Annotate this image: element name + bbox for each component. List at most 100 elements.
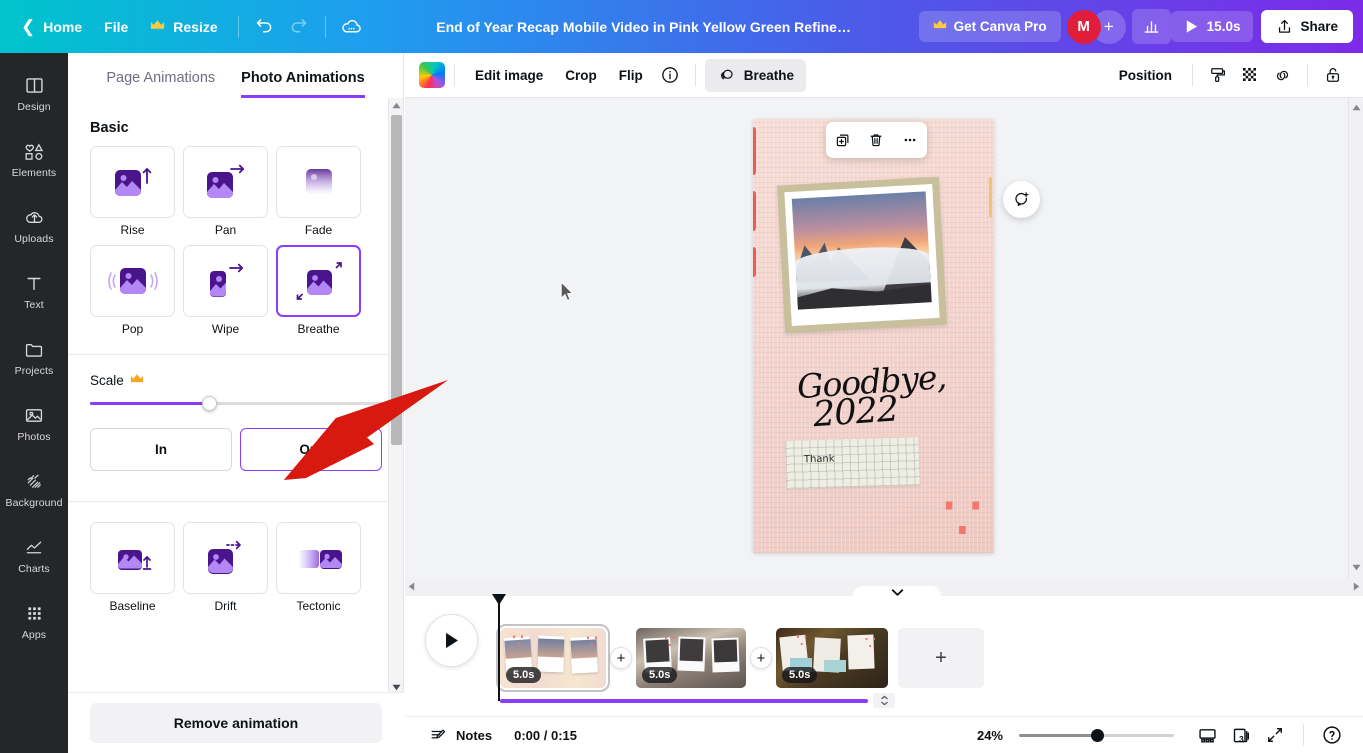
- more-options-button[interactable]: [896, 126, 924, 154]
- present-button[interactable]: [1192, 720, 1222, 750]
- rail-item-uploads[interactable]: Uploads: [3, 193, 65, 259]
- canvas-scroll-right-icon[interactable]: [1353, 578, 1360, 596]
- canvas-scroll-down-icon[interactable]: [1349, 560, 1363, 575]
- animation-option-tectonic[interactable]: Tectonic: [276, 522, 361, 613]
- canvas-vertical-scrollbar[interactable]: [1348, 98, 1363, 578]
- paint-roller-button[interactable]: [1202, 59, 1234, 91]
- duplicate-icon: [836, 134, 849, 147]
- share-button[interactable]: Share: [1261, 10, 1353, 43]
- tab-photo-animations[interactable]: Photo Animations: [241, 70, 365, 98]
- headline-text[interactable]: Goodbye, 2022: [796, 357, 980, 436]
- redo-button[interactable]: [282, 10, 316, 44]
- note-card[interactable]: Thank: [785, 437, 920, 489]
- crop-button[interactable]: Crop: [554, 61, 608, 90]
- transparency-button[interactable]: [1234, 59, 1266, 91]
- rail-item-charts[interactable]: Charts: [3, 523, 65, 589]
- animation-option-breathe[interactable]: Breathe: [276, 245, 361, 336]
- get-canva-pro-button[interactable]: Get Canva Pro: [918, 11, 1061, 42]
- add-transition-button-2[interactable]: +: [750, 647, 772, 669]
- image-color-swatch[interactable]: [419, 62, 445, 88]
- add-comment-button[interactable]: [1003, 181, 1040, 218]
- animation-option-fade[interactable]: Fade: [276, 146, 361, 237]
- flip-button[interactable]: Flip: [608, 61, 654, 90]
- info-button[interactable]: [654, 59, 686, 91]
- edit-image-button[interactable]: Edit image: [464, 61, 554, 90]
- zoom-slider[interactable]: [1019, 728, 1174, 742]
- timeline-clip[interactable]: ∵ 5.0s: [636, 628, 746, 688]
- notes-button[interactable]: Notes: [421, 721, 500, 750]
- slider-track[interactable]: [90, 396, 382, 411]
- rail-item-text[interactable]: Text: [3, 259, 65, 325]
- polaroid-photo[interactable]: [776, 176, 948, 334]
- scale-slider[interactable]: [68, 388, 404, 411]
- timeline-playhead[interactable]: [492, 594, 506, 701]
- timeline-clip[interactable]: ∵ ∵ 5.0s: [496, 624, 610, 692]
- add-transition-button[interactable]: +: [610, 647, 632, 669]
- timeline-clip[interactable]: ∵ ∵ 5.0s: [776, 628, 888, 688]
- document-title[interactable]: End of Year Recap Mobile Video in Pink Y…: [369, 19, 919, 35]
- cloud-sea: [794, 244, 931, 290]
- rail-item-design[interactable]: Design: [3, 61, 65, 127]
- canvas-scroll-left-icon[interactable]: [408, 578, 415, 596]
- clip-polaroid-photo: [713, 639, 738, 663]
- canvas-scroll-up-icon[interactable]: [1349, 100, 1363, 115]
- timeline-collapse-button[interactable]: [853, 586, 941, 608]
- animation-option-drift[interactable]: Drift: [183, 522, 268, 613]
- add-page-button[interactable]: +: [898, 628, 984, 688]
- design-page[interactable]: Goodbye, 2022 Thank ∵: [753, 119, 994, 553]
- direction-out-button[interactable]: Out: [240, 428, 382, 471]
- rail-label: Projects: [14, 365, 54, 377]
- animation-option-pop[interactable]: Pop: [90, 245, 175, 336]
- remove-animation-button[interactable]: Remove animation: [90, 703, 382, 743]
- duplicate-button[interactable]: [829, 126, 857, 154]
- file-label: File: [104, 18, 129, 35]
- rail-label: Uploads: [14, 233, 54, 245]
- resize-button[interactable]: Resize: [139, 12, 228, 42]
- delete-button[interactable]: [862, 126, 890, 154]
- rail-item-projects[interactable]: Projects: [3, 325, 65, 391]
- resize-handle-icon: [880, 695, 888, 706]
- lock-button[interactable]: [1317, 59, 1349, 91]
- animation-label: Rise: [120, 223, 145, 237]
- animation-option-pan[interactable]: Pan: [183, 146, 268, 237]
- help-button[interactable]: [1317, 720, 1347, 750]
- insights-button[interactable]: [1131, 9, 1171, 44]
- folder-icon: [25, 344, 43, 357]
- canvas-area[interactable]: Goodbye, 2022 Thank ∵: [405, 98, 1363, 578]
- home-button[interactable]: ❮ Home: [10, 11, 93, 42]
- animate-button[interactable]: Breathe: [704, 58, 807, 92]
- timeline-resize-handle[interactable]: [873, 693, 895, 708]
- scroll-up-arrow-icon[interactable]: [389, 98, 404, 113]
- tab-page-animations[interactable]: Page Animations: [106, 70, 215, 98]
- pages-button[interactable]: 3: [1226, 720, 1256, 750]
- playhead-handle[interactable]: [492, 594, 506, 605]
- timeline-play-button[interactable]: [425, 614, 478, 667]
- cloud-save-status-button[interactable]: [335, 10, 369, 44]
- animation-thumb: [183, 245, 268, 317]
- fullscreen-button[interactable]: [1260, 720, 1290, 750]
- animation-option-wipe[interactable]: Wipe: [183, 245, 268, 336]
- clip-scribble: ∵: [585, 631, 598, 653]
- file-menu-button[interactable]: File: [93, 12, 139, 42]
- rail-item-background[interactable]: Background: [3, 457, 65, 523]
- position-button[interactable]: Position: [1108, 61, 1183, 90]
- animation-option-baseline[interactable]: Baseline: [90, 522, 175, 613]
- rail-item-photos[interactable]: Photos: [3, 391, 65, 457]
- resize-label: Resize: [173, 18, 218, 35]
- rail-item-elements[interactable]: Elements: [3, 127, 65, 193]
- toolbar-divider-4: [1307, 64, 1308, 86]
- link-button[interactable]: [1266, 59, 1298, 91]
- timeline-progress-bar[interactable]: [500, 699, 868, 703]
- zoom-slider-knob[interactable]: [1090, 728, 1104, 742]
- panel-scroll-thumb[interactable]: [391, 115, 402, 445]
- avatar[interactable]: M: [1066, 9, 1101, 44]
- direction-in-button[interactable]: In: [90, 428, 232, 471]
- panel-tabs: Page Animations Photo Animations: [68, 53, 403, 98]
- panel-scrollbar[interactable]: [388, 98, 403, 695]
- preview-duration-button[interactable]: 15.0s: [1170, 11, 1254, 42]
- undo-button[interactable]: [248, 10, 282, 44]
- animation-option-rise[interactable]: Rise: [90, 146, 175, 237]
- animation-label: Tectonic: [296, 599, 341, 613]
- clip-scribble: ∵: [796, 631, 808, 652]
- rail-item-apps[interactable]: Apps: [3, 589, 65, 655]
